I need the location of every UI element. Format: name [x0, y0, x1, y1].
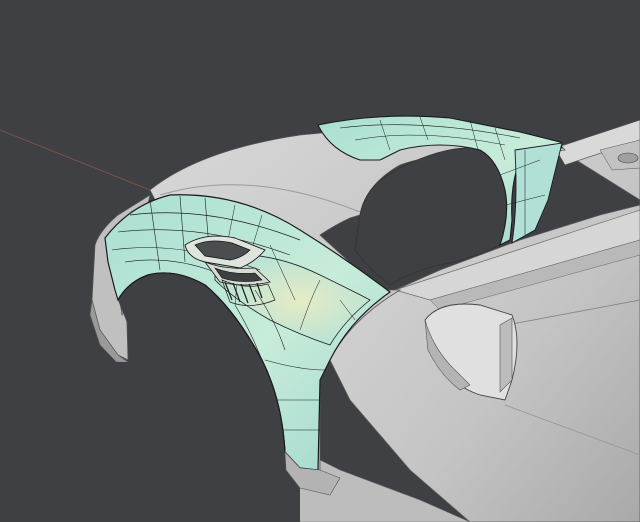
viewport-canvas[interactable]	[0, 0, 640, 522]
3d-viewport[interactable]	[0, 0, 640, 522]
